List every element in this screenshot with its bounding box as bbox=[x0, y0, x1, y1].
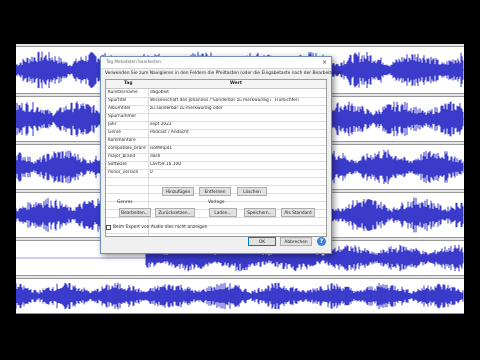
header-tag[interactable]: Tag bbox=[124, 81, 133, 86]
edit-genres-button[interactable]: Bearbeiten... bbox=[119, 208, 151, 217]
tag-cell[interactable]: minor_version bbox=[108, 170, 146, 175]
value-cell[interactable]: Lavf59.16.100 bbox=[150, 162, 322, 167]
clear-button[interactable]: Löschen bbox=[237, 187, 267, 196]
tag-cell[interactable]: Kommentare bbox=[108, 138, 146, 143]
genres-label: Genres bbox=[117, 200, 133, 205]
tag-cell[interactable]: Künstlername bbox=[108, 90, 146, 95]
ok-button[interactable]: OK bbox=[248, 237, 276, 246]
value-cell[interactable]: dash bbox=[150, 154, 322, 159]
cancel-button[interactable]: Abbrechen bbox=[280, 237, 312, 246]
save-template-button[interactable]: Speichern... bbox=[244, 208, 276, 217]
value-cell[interactable]: dagobeit bbox=[150, 90, 322, 95]
dialog-title: Tag Metadaten bearbeiten bbox=[106, 59, 162, 64]
dont-show-label: Beim Export von Audio dies nicht anzeige… bbox=[113, 225, 208, 230]
instructions-text: Verwenden Sie zum Navigieren in den Feld… bbox=[105, 71, 342, 76]
value-cell[interactable]: Podcast / Andacht bbox=[150, 130, 322, 135]
metadata-dialog: Tag Metadaten bearbeiten × Verwenden Sie… bbox=[100, 56, 341, 254]
tag-cell[interactable]: Spurnummer bbox=[108, 114, 146, 119]
help-icon[interactable]: ? bbox=[317, 237, 326, 246]
tag-cell[interactable]: Albumtitel bbox=[108, 106, 146, 111]
tag-cell[interactable]: compatible_brands bbox=[108, 146, 146, 151]
dialog-titlebar[interactable]: Tag Metadaten bearbeiten × bbox=[101, 57, 331, 69]
audio-track[interactable] bbox=[16, 278, 464, 314]
value-cell[interactable]: sept 2022 bbox=[150, 122, 322, 127]
screen: Tag Metadaten bearbeiten × Verwenden Sie… bbox=[0, 0, 480, 360]
value-cell[interactable]: zu sonderbar zu merkwürdig oder bbox=[150, 106, 322, 111]
remove-button[interactable]: Entfernen bbox=[199, 187, 231, 196]
value-cell[interactable]: 0 bbox=[150, 170, 322, 175]
value-cell[interactable]: isoMmp41 bbox=[150, 146, 322, 151]
reset-genres-button[interactable]: Zurücksetzen... bbox=[155, 208, 195, 217]
tag-cell[interactable]: Jahr bbox=[108, 122, 146, 127]
tag-cell[interactable]: Genre bbox=[108, 130, 146, 135]
dont-show-checkbox[interactable] bbox=[106, 225, 111, 230]
add-button[interactable]: Hinzufügen bbox=[162, 187, 194, 196]
header-value[interactable]: Wert bbox=[230, 81, 242, 86]
load-template-button[interactable]: Laden... bbox=[209, 208, 237, 217]
tag-cell[interactable]: Spurtitel bbox=[108, 98, 146, 103]
table-header: Tag Wert bbox=[106, 80, 326, 89]
waveform bbox=[16, 282, 464, 310]
tag-cell[interactable]: Software bbox=[108, 162, 146, 167]
value-cell[interactable]: Wissenschaft des Johannes /"Sonderbar zu… bbox=[150, 98, 322, 103]
tag-cell[interactable]: major_brand bbox=[108, 154, 146, 159]
template-label: Vorlage bbox=[208, 200, 225, 205]
set-default-button[interactable]: Als Standard bbox=[281, 208, 315, 217]
close-icon[interactable]: × bbox=[322, 58, 327, 67]
